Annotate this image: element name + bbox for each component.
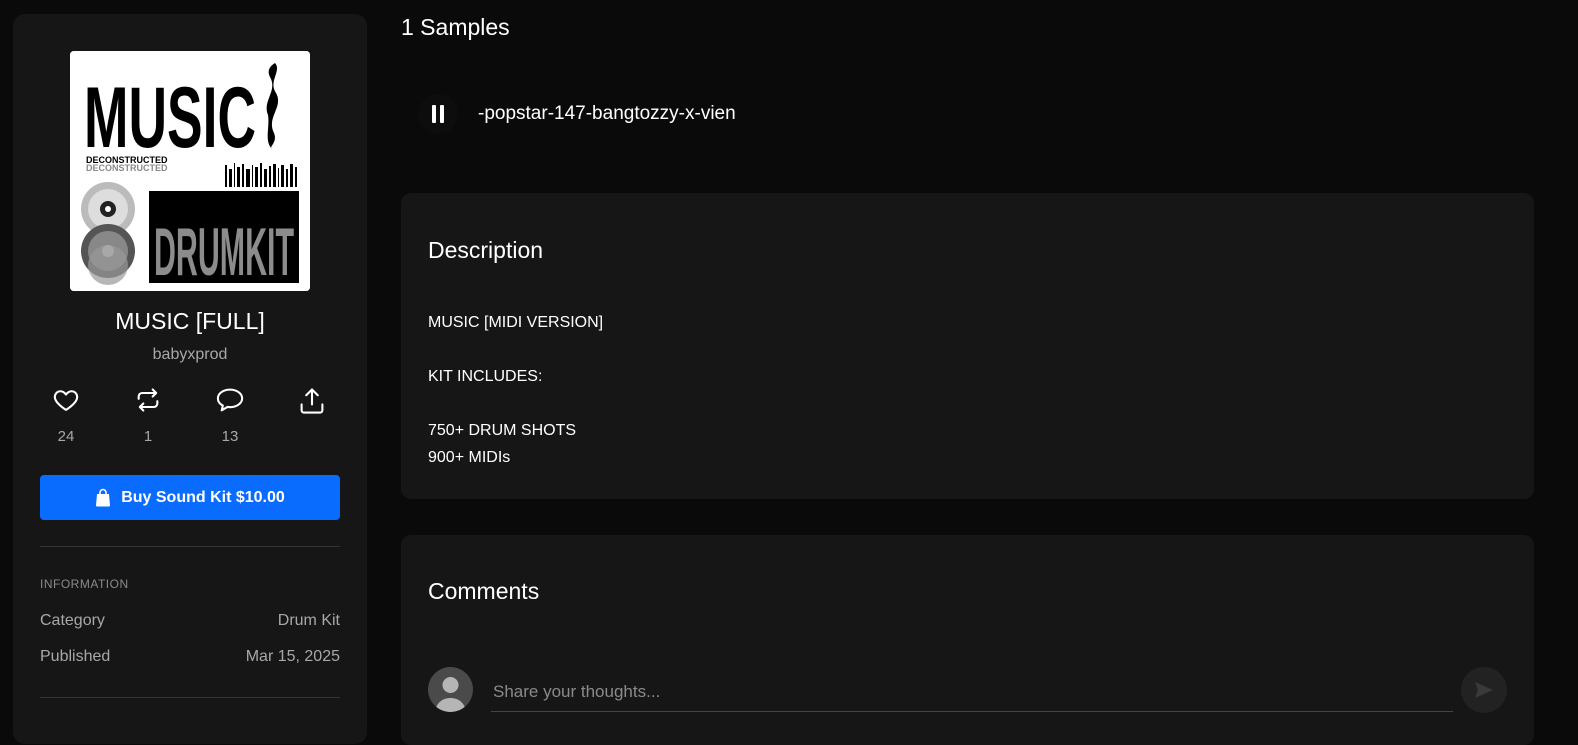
pause-icon bbox=[432, 105, 444, 123]
description-heading: Description bbox=[428, 237, 544, 263]
information-heading: INFORMATION bbox=[40, 577, 129, 591]
kit-cover-art[interactable]: MUSIC DECONSTRUCTED DECONSTRUCTED DRUMKI… bbox=[70, 51, 310, 291]
share-icon bbox=[300, 388, 324, 414]
description-line: KIT INCLUDES: bbox=[428, 368, 543, 385]
bag-icon bbox=[96, 488, 111, 507]
track-name[interactable]: -popstar-147-bangtozzy-x-vien bbox=[478, 103, 736, 125]
buy-sound-kit-button[interactable]: Buy Sound Kit $10.00 bbox=[40, 475, 340, 520]
cover-vinyl-discs bbox=[81, 182, 135, 285]
avatar bbox=[428, 667, 473, 712]
heart-icon bbox=[53, 390, 79, 411]
divider bbox=[40, 697, 340, 698]
description-line: MUSIC [MIDI VERSION] bbox=[428, 314, 604, 331]
comment-input[interactable] bbox=[491, 673, 1453, 712]
user-avatar-icon bbox=[435, 677, 466, 712]
like-count: 24 bbox=[57, 428, 75, 445]
pause-button[interactable] bbox=[418, 94, 458, 134]
info-row-published: Published Mar 15, 2025 bbox=[40, 648, 340, 666]
send-icon bbox=[1475, 682, 1493, 698]
comments-heading: Comments bbox=[428, 578, 540, 604]
comment-icon bbox=[216, 388, 244, 412]
cover-art-image: MUSIC DECONSTRUCTED DECONSTRUCTED DRUMKI… bbox=[70, 51, 310, 291]
repost-button[interactable]: 1 bbox=[120, 386, 176, 446]
samples-heading: 1 Samples bbox=[401, 14, 510, 40]
share-button[interactable] bbox=[284, 386, 340, 448]
kit-author-link[interactable]: babyxprod bbox=[13, 346, 367, 364]
description-card: Description MUSIC [MIDI VERSION] KIT INC… bbox=[401, 193, 1534, 499]
description-line: 750+ DRUM SHOTS bbox=[428, 422, 577, 439]
repost-count: 1 bbox=[143, 428, 153, 445]
send-comment-button[interactable] bbox=[1461, 667, 1507, 713]
info-label: Published bbox=[40, 648, 111, 665]
buy-button-label: Buy Sound Kit $10.00 bbox=[121, 488, 285, 506]
share-count bbox=[284, 430, 340, 448]
cover-title-text: MUSIC bbox=[84, 70, 256, 166]
info-row-category: Category Drum Kit bbox=[40, 612, 340, 630]
kit-title: MUSIC [FULL] bbox=[115, 308, 265, 334]
info-value: Drum Kit bbox=[277, 612, 340, 629]
cover-subtitle-2: DECONSTRUCTED bbox=[86, 163, 168, 173]
kit-sidebar: MUSIC DECONSTRUCTED DECONSTRUCTED DRUMKI… bbox=[13, 14, 367, 744]
description-line: 900+ MIDIs bbox=[428, 449, 511, 466]
cover-main-text: DRUMKIT bbox=[154, 214, 294, 290]
divider bbox=[40, 546, 340, 547]
repost-icon bbox=[137, 388, 159, 412]
comment-count: 13 bbox=[221, 428, 239, 445]
comments-button[interactable]: 13 bbox=[202, 386, 258, 446]
sample-track-row[interactable]: -popstar-147-bangtozzy-x-vien bbox=[418, 90, 736, 138]
info-value: Mar 15, 2025 bbox=[245, 648, 340, 665]
like-button[interactable]: 24 bbox=[38, 386, 94, 446]
info-label: Category bbox=[40, 612, 105, 629]
comments-card: Comments bbox=[401, 535, 1534, 745]
